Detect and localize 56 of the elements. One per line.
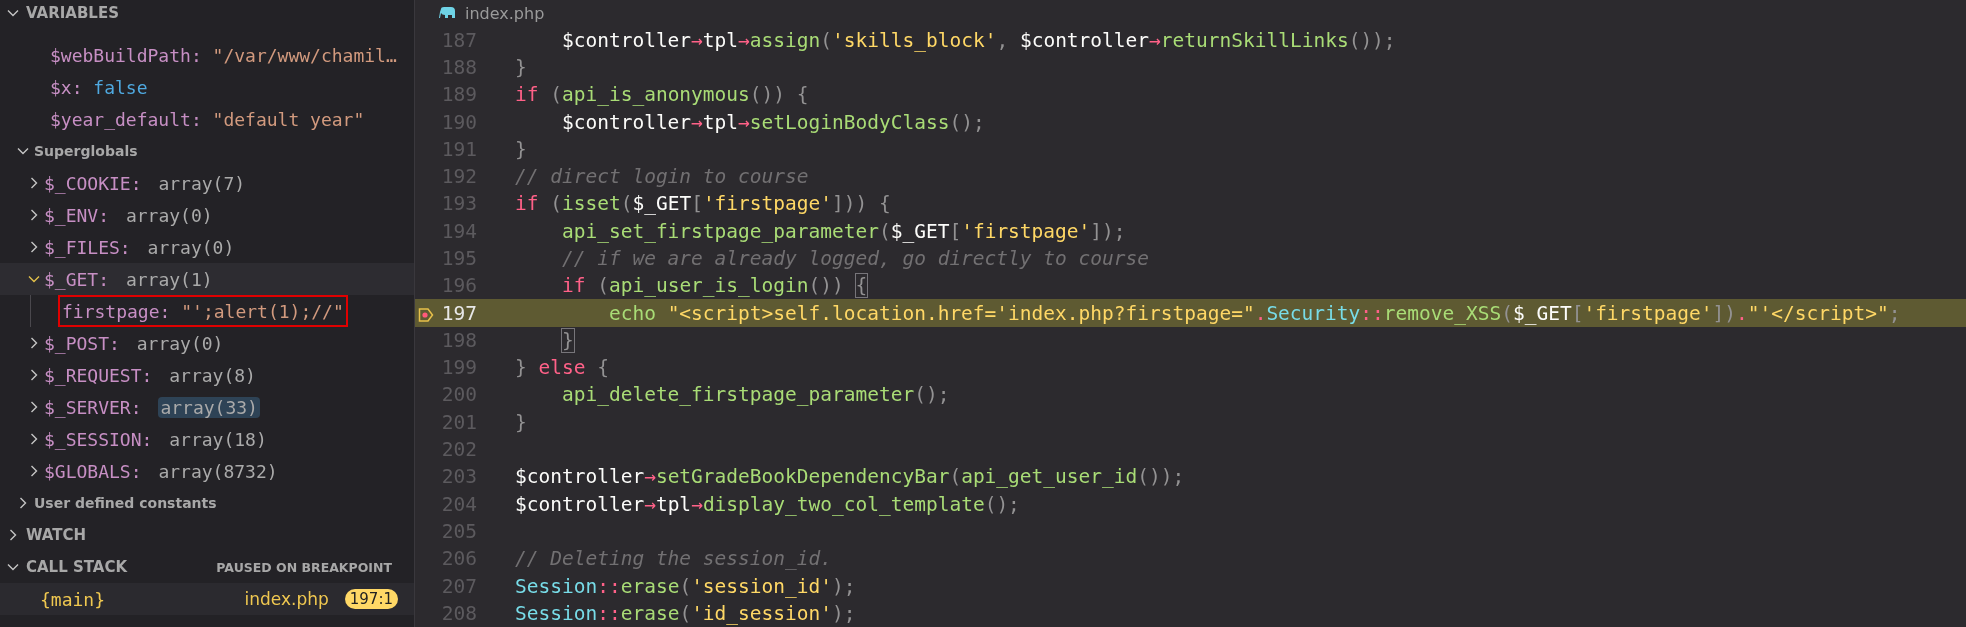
variable-row[interactable]: $_GET: array(1) <box>0 263 414 295</box>
variable-entry[interactable]: $webBuildPath: "/var/www/chamil… <box>50 44 397 66</box>
code-line: $controller→setGradeBookDependencyBar(api_get_user_id()); <box>515 465 1185 489</box>
code-line: $controller→tpl→display_two_col_template(); <box>515 492 1020 516</box>
line-number: 197 <box>441 301 477 325</box>
variable-name[interactable]: $_POST: <box>44 332 120 354</box>
variable-value: array(18) <box>169 428 267 450</box>
variable-name[interactable]: $_SESSION: <box>44 428 153 450</box>
status-label: PAUSED ON BREAKPOINT <box>216 559 392 575</box>
code-line: api_set_firstpage_parameter($_GET['firstpage']); <box>560 219 1126 243</box>
position-badge: 197:1 <box>344 589 398 609</box>
variable-value: array(8732) <box>158 460 278 482</box>
breakpoint-arrow-icon[interactable] <box>418 306 434 323</box>
code-line: } <box>560 328 574 352</box>
elephant-icon <box>439 6 457 21</box>
variable-value: array(0) <box>125 204 213 226</box>
section-title[interactable]: CALL STACK <box>26 558 128 576</box>
scope-label[interactable]: User defined constants <box>34 495 217 511</box>
section-title[interactable]: WATCH <box>26 526 87 544</box>
variable-name[interactable]: $_REQUEST: <box>44 364 153 386</box>
frame-file[interactable]: index.php <box>244 589 329 609</box>
code-line: // if we are already logged, go directly to course <box>560 247 1149 270</box>
code-line: Session::erase('id_session'); <box>515 601 856 625</box>
code-line: if (api_is_anonymous()) { <box>515 83 809 107</box>
variable-value: array(0) <box>147 236 235 258</box>
variable-value: array(8) <box>169 364 256 386</box>
code-line: if (isset($_GET['firstpage'])) { <box>515 192 891 216</box>
variable-value: array(33) <box>158 396 260 418</box>
variable-name[interactable]: $_ENV: <box>44 204 110 226</box>
frame-name[interactable]: {main} <box>40 588 106 610</box>
variable-value: array(7) <box>158 172 246 194</box>
code-line: // Deleting the session_id. <box>515 547 832 571</box>
variable-entry[interactable]: $x: false <box>50 76 148 98</box>
code-line: api_delete_firstpage_parameter(); <box>560 383 950 407</box>
code-line: $controller→tpl→assign('skills_block', $controller→returnSkillLinks()); <box>560 28 1396 52</box>
variable-name[interactable]: $_GET: <box>44 268 110 290</box>
variable-name[interactable]: $GLOBALS: <box>44 460 142 482</box>
variable-name[interactable]: $_COOKIE: <box>44 172 142 194</box>
variable-entry[interactable]: firstpage: "';alert(1);//" <box>58 295 348 327</box>
variable-value: array(1) <box>125 268 213 290</box>
code-line: $controller→tpl→setLoginBodyClass(); <box>560 110 985 134</box>
variable-value: array(0) <box>136 332 224 354</box>
code-line: } <box>515 410 527 434</box>
code-line: echo "<script>self.location.href='index.php?firstpage=".Security::remove_XSS($_GET['firstpage'])."'</script>"; <box>607 301 1901 325</box>
code-line: if (api_user_is_login()) { <box>560 274 868 298</box>
variable-name[interactable]: $_FILES: <box>44 236 131 258</box>
code-line: } <box>515 55 527 79</box>
code-line: // direct login to course <box>515 165 809 189</box>
section-title[interactable]: VARIABLES <box>26 4 119 22</box>
scope-label[interactable]: Superglobals <box>34 143 138 159</box>
variable-name[interactable]: $_SERVER: <box>44 396 142 418</box>
code-line: Session::erase('session_id'); <box>515 574 856 598</box>
code-line: } <box>515 137 527 161</box>
file-tab[interactable]: index.php <box>465 3 545 23</box>
variable-entry[interactable]: $year_default: "default year" <box>50 108 365 130</box>
code-line: } else { <box>515 356 609 380</box>
